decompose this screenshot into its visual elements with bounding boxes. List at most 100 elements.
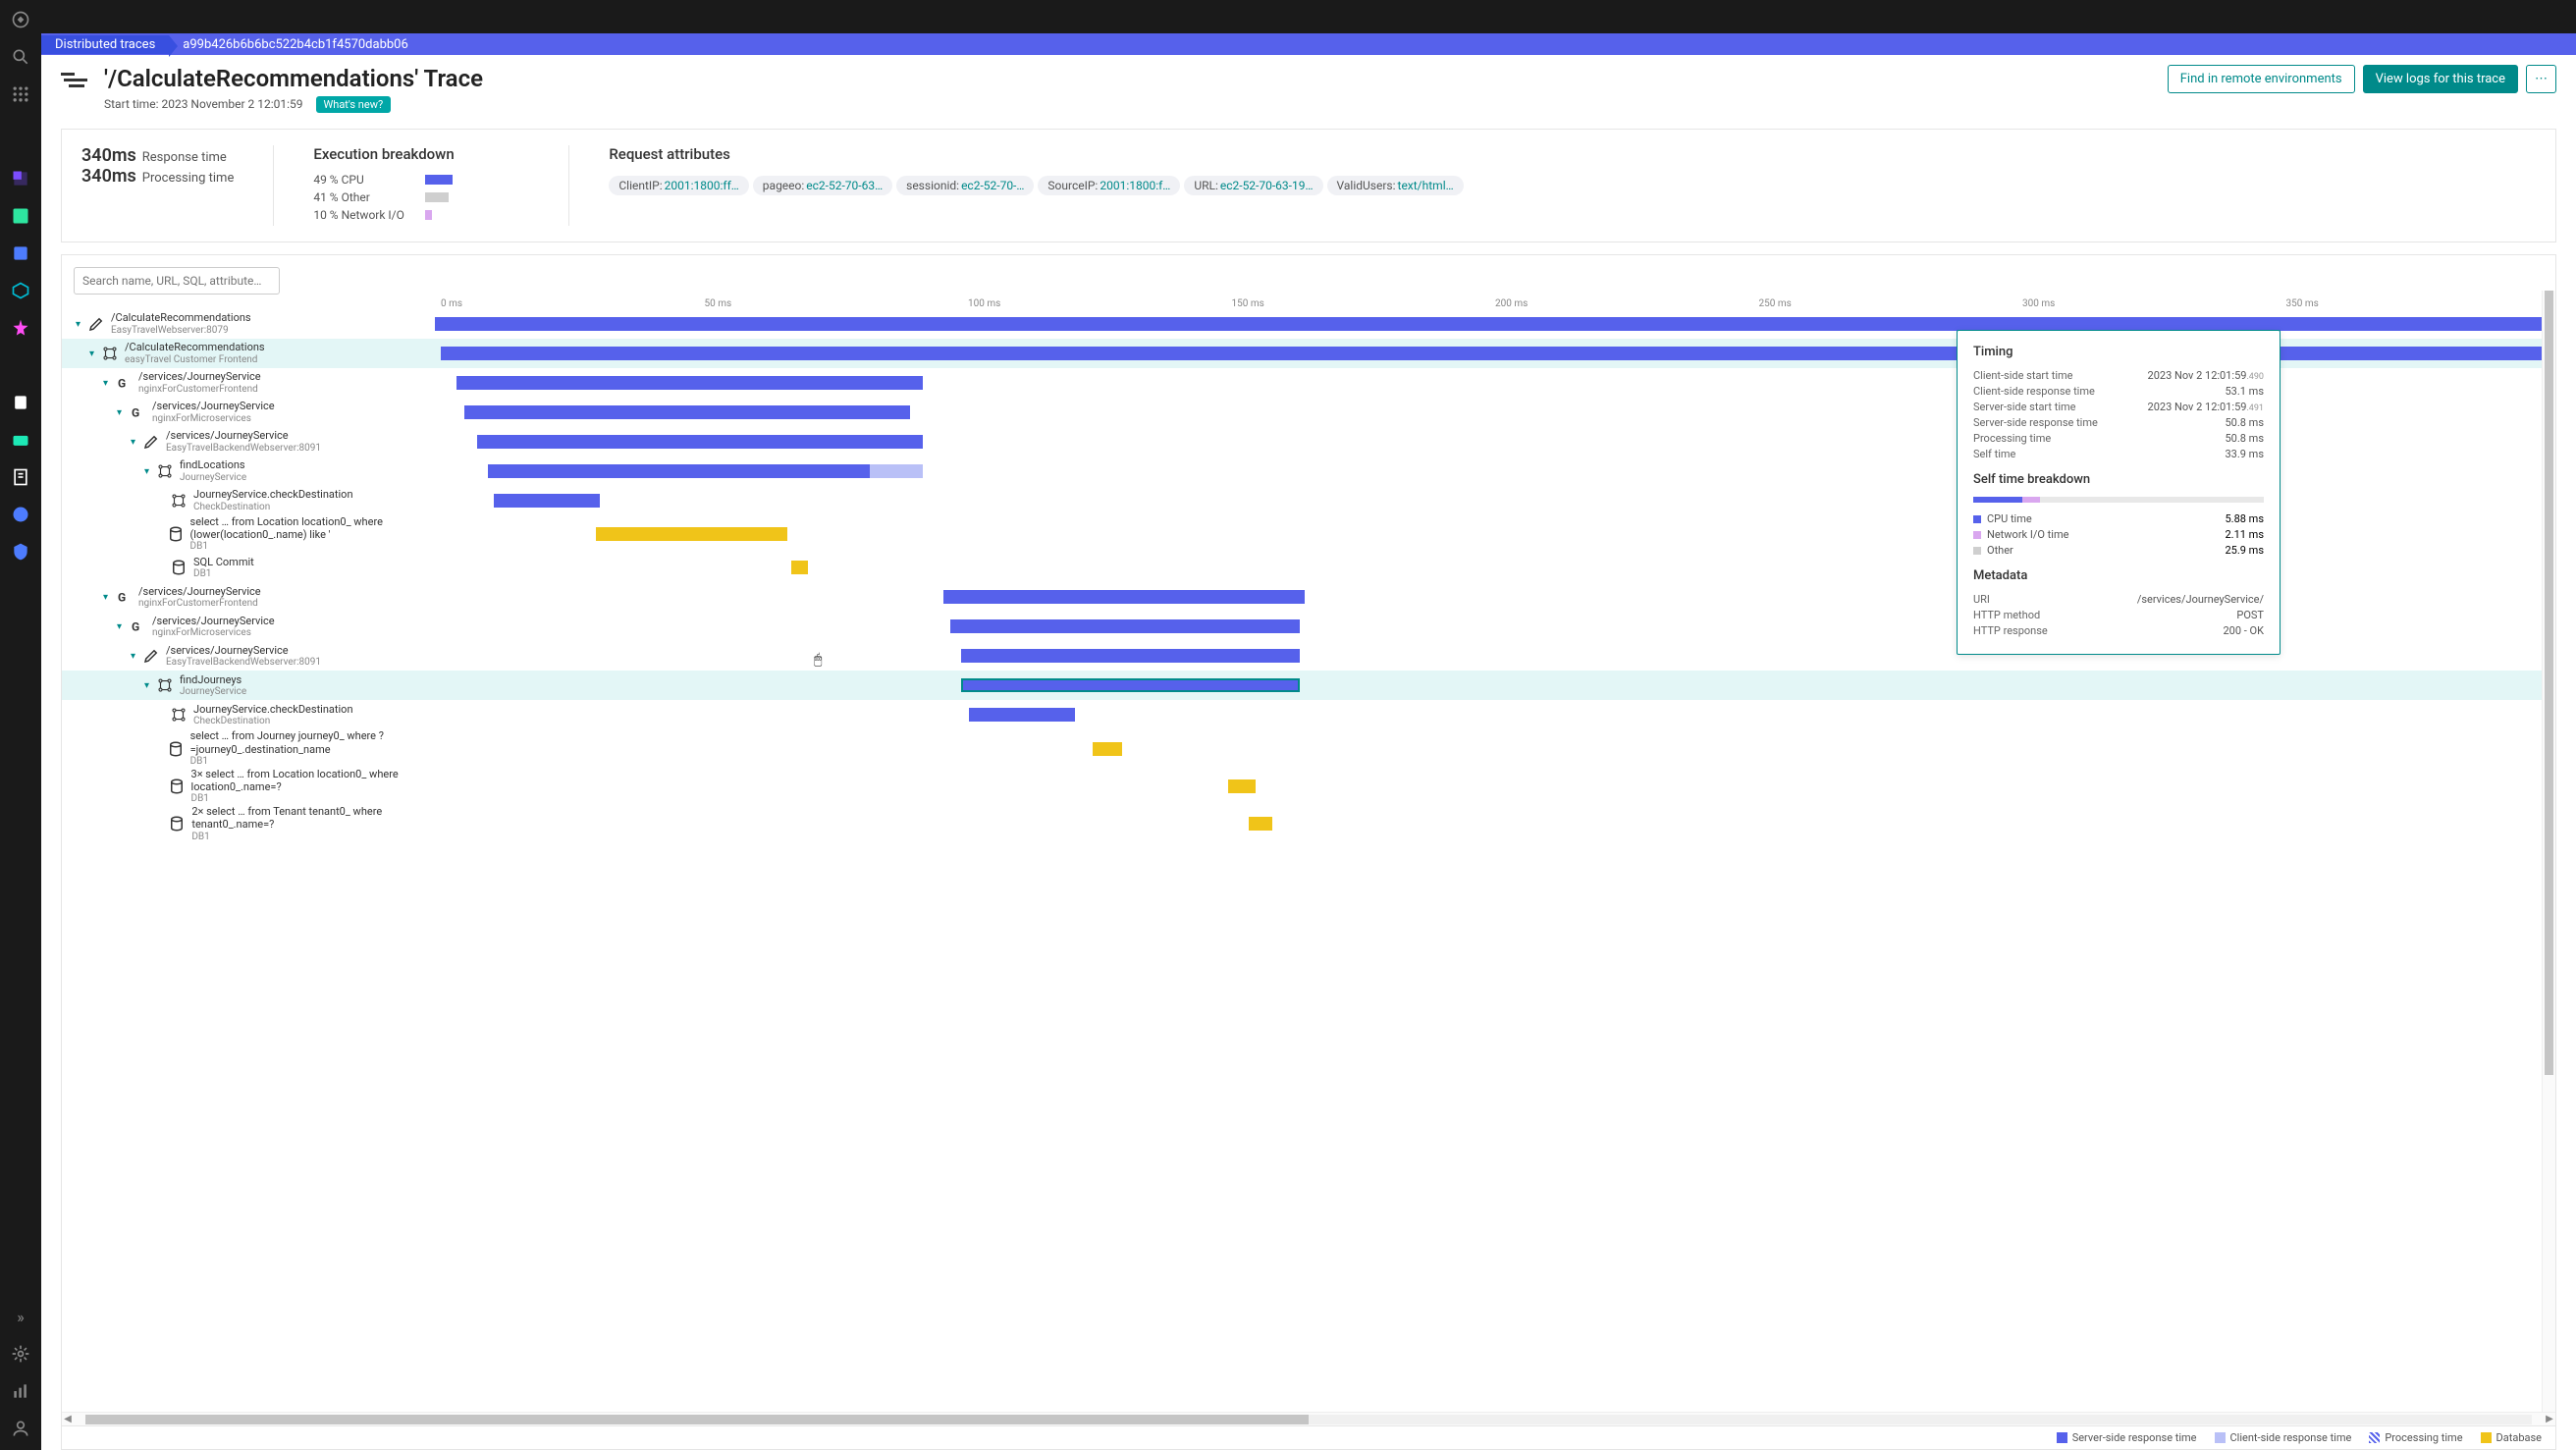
span-service: DB1: [193, 568, 254, 580]
nav-icon-9[interactable]: [11, 505, 30, 524]
span-type-icon: [167, 525, 185, 543]
span-bar-area[interactable]: [435, 809, 2555, 838]
user-icon[interactable]: [11, 1419, 30, 1438]
span-row[interactable]: JourneyService.checkDestinationCheckDest…: [62, 700, 2555, 729]
chevron-down-icon[interactable]: ▾: [117, 621, 129, 632]
timing-row: Self time33.9 ms: [1973, 448, 2264, 460]
span-service: nginxForMicroservices: [152, 413, 275, 425]
legend-row: Network I/O time2.11 ms: [1973, 528, 2264, 541]
legend-row: CPU time5.88 ms: [1973, 512, 2264, 525]
span-service: DB1: [190, 756, 429, 768]
apps-icon[interactable]: [11, 84, 30, 104]
timeline-tick: 100 ms: [968, 298, 1232, 309]
chevron-down-icon[interactable]: ▾: [103, 378, 115, 389]
processing-time-value: 340ms: [81, 166, 136, 187]
nav-icon-8[interactable]: [11, 467, 30, 487]
exec-row: 10 % Network I/O: [313, 208, 529, 222]
charts-icon[interactable]: [11, 1381, 30, 1401]
span-type-icon: [156, 462, 174, 480]
span-details-popover: Timing Client-side start time2023 Nov 2 …: [1957, 330, 2281, 655]
breadcrumb: Distributed traces a99b426b6b6bc522b4cb1…: [41, 33, 2576, 55]
nav-icon-4[interactable]: [11, 281, 30, 300]
span-name: /CalculateRecommendations: [125, 341, 265, 353]
search-input[interactable]: [74, 267, 280, 295]
attribute-pill[interactable]: URL: ec2-52-70-63-19…: [1184, 176, 1322, 195]
chevron-down-icon[interactable]: ▾: [76, 319, 87, 330]
span-type-icon: [168, 815, 186, 832]
chevron-down-icon[interactable]: ▾: [103, 592, 115, 603]
start-time-label: Start time:: [104, 97, 158, 111]
view-logs-button[interactable]: View logs for this trace: [2363, 65, 2518, 93]
vertical-scrollbar[interactable]: [2542, 291, 2555, 1412]
trace-icon: [61, 73, 90, 92]
breadcrumb-root[interactable]: Distributed traces: [41, 35, 169, 54]
timeline-tick: 50 ms: [705, 298, 969, 309]
find-remote-button[interactable]: Find in remote environments: [2168, 65, 2355, 93]
scroll-right-icon[interactable]: ▶: [2544, 1414, 2555, 1425]
expand-icon[interactable]: »: [11, 1307, 30, 1326]
span-name: findLocations: [180, 458, 246, 471]
horizontal-scrollbar[interactable]: ◀ ▶: [62, 1412, 2555, 1425]
span-type-icon: G: [129, 618, 146, 635]
span-name: /services/JourneyService: [166, 644, 321, 657]
nav-icon-7[interactable]: [11, 430, 30, 450]
span-service: nginxForCustomerFrontend: [138, 384, 261, 396]
attribute-pill[interactable]: ClientIP: 2001:1800:ff…: [609, 176, 748, 195]
footer-legend-item: Processing time: [2369, 1431, 2462, 1444]
scroll-left-icon[interactable]: ◀: [62, 1414, 74, 1425]
span-bar-area[interactable]: [435, 734, 2555, 764]
attribute-pill[interactable]: ValidUsers: text/html…: [1327, 176, 1464, 195]
response-time-value: 340ms: [81, 145, 136, 166]
chevron-down-icon[interactable]: ▾: [144, 466, 156, 477]
span-type-icon: [170, 492, 188, 510]
start-time-value: 2023 November 2 12:01:59: [161, 97, 302, 111]
svg-text:G: G: [132, 406, 139, 420]
nav-icon-1[interactable]: [11, 169, 30, 188]
attribute-pill[interactable]: pageeo: ec2-52-70-63…: [753, 176, 892, 195]
span-row[interactable]: ▾ findJourneysJourneyService: [62, 671, 2555, 700]
nav-icon-3[interactable]: [11, 243, 30, 263]
metadata-row: HTTP response200 - OK: [1973, 624, 2264, 637]
attribute-pill[interactable]: SourceIP: 2001:1800:f…: [1038, 176, 1180, 195]
chevron-down-icon[interactable]: ▾: [131, 651, 142, 662]
span-bar-area[interactable]: [435, 700, 2555, 729]
timeline-tick: 300 ms: [2022, 298, 2286, 309]
timeline-tick: 150 ms: [1232, 298, 1496, 309]
span-row[interactable]: 2× select … from Tenant tenant0_ where t…: [62, 805, 2555, 842]
logo-icon[interactable]: [11, 10, 30, 29]
breadcrumb-trace-id[interactable]: a99b426b6b6bc522b4cb1f4570dabb06: [169, 35, 422, 54]
span-service: CheckDestination: [193, 716, 353, 727]
span-bar-area[interactable]: [435, 671, 2555, 700]
nav-icon-10[interactable]: [11, 542, 30, 562]
timeline-tick: 250 ms: [1759, 298, 2023, 309]
self-time-title: Self time breakdown: [1973, 472, 2264, 487]
chevron-down-icon[interactable]: ▾: [144, 680, 156, 691]
legend-footer: Server-side response timeClient-side res…: [62, 1425, 2555, 1449]
metadata-row: URI/services/JourneyService/: [1973, 593, 2264, 606]
attribute-pill[interactable]: sessionid: ec2-52-70-…: [896, 176, 1034, 195]
span-type-icon: [168, 778, 186, 795]
trace-waterfall: 0 ms50 ms100 ms150 ms200 ms250 ms300 ms3…: [61, 254, 2556, 1450]
span-name: /services/JourneyService: [166, 429, 321, 442]
chevron-down-icon[interactable]: ▾: [89, 349, 101, 359]
chevron-down-icon[interactable]: ▾: [131, 437, 142, 448]
settings-icon[interactable]: [11, 1344, 30, 1364]
whats-new-badge[interactable]: What's new?: [316, 96, 392, 113]
span-row[interactable]: 3× select … from Location location0_ whe…: [62, 768, 2555, 805]
timing-row: Client-side response time53.1 ms: [1973, 385, 2264, 398]
summary-panel: 340msResponse time 340msProcessing time …: [61, 129, 2556, 242]
span-type-icon: [142, 647, 160, 665]
nav-icon-5[interactable]: [11, 318, 30, 338]
span-service: nginxForMicroservices: [152, 627, 275, 639]
span-bar-area[interactable]: [435, 772, 2555, 801]
metadata-row: HTTP methodPOST: [1973, 609, 2264, 621]
footer-legend-item: Database: [2481, 1431, 2542, 1444]
svg-text:G: G: [118, 591, 126, 605]
more-button[interactable]: ⋯: [2526, 65, 2556, 93]
span-type-icon: [142, 433, 160, 451]
nav-icon-6[interactable]: [11, 393, 30, 412]
nav-icon-2[interactable]: [11, 206, 30, 226]
span-row[interactable]: select … from Journey journey0_ where ?=…: [62, 729, 2555, 767]
chevron-down-icon[interactable]: ▾: [117, 407, 129, 418]
search-icon[interactable]: [11, 47, 30, 67]
